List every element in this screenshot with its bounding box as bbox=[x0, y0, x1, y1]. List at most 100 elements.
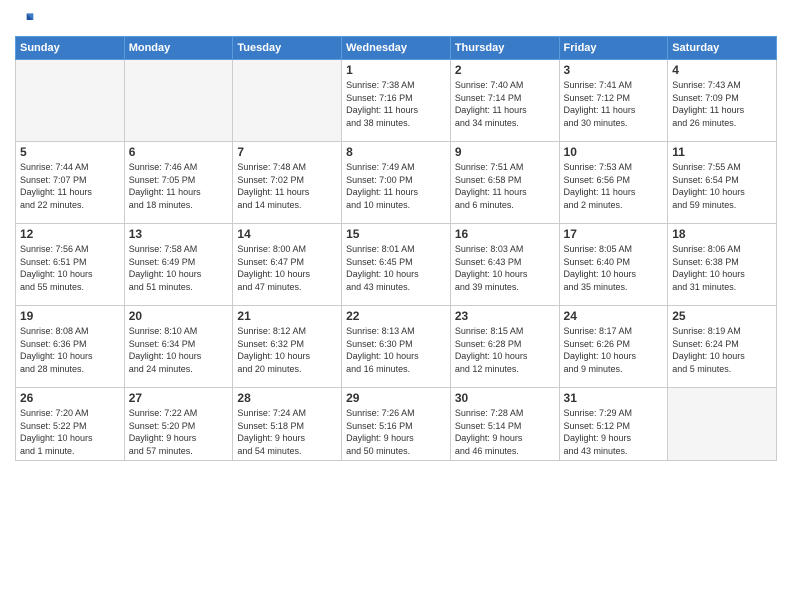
day-info: Sunrise: 7:20 AM Sunset: 5:22 PM Dayligh… bbox=[20, 407, 120, 457]
calendar-cell: 16 Sunrise: 8:03 AM Sunset: 6:43 PM Dayli… bbox=[450, 224, 559, 306]
day-info: Sunrise: 8:17 AM Sunset: 6:26 PM Dayligh… bbox=[564, 325, 664, 375]
calendar-cell: 9 Sunrise: 7:51 AM Sunset: 6:58 PM Daylig… bbox=[450, 142, 559, 224]
day-info: Sunrise: 7:38 AM Sunset: 7:16 PM Dayligh… bbox=[346, 79, 446, 129]
logo bbox=[15, 10, 37, 30]
day-number: 5 bbox=[20, 145, 120, 159]
day-info: Sunrise: 7:58 AM Sunset: 6:49 PM Dayligh… bbox=[129, 243, 229, 293]
day-info: Sunrise: 7:22 AM Sunset: 5:20 PM Dayligh… bbox=[129, 407, 229, 457]
day-number: 16 bbox=[455, 227, 555, 241]
day-info: Sunrise: 7:51 AM Sunset: 6:58 PM Dayligh… bbox=[455, 161, 555, 211]
calendar-cell: 31 Sunrise: 7:29 AM Sunset: 5:12 PM Dayli… bbox=[559, 388, 668, 461]
day-number: 20 bbox=[129, 309, 229, 323]
day-info: Sunrise: 8:05 AM Sunset: 6:40 PM Dayligh… bbox=[564, 243, 664, 293]
calendar-cell: 28 Sunrise: 7:24 AM Sunset: 5:18 PM Dayli… bbox=[233, 388, 342, 461]
day-number: 18 bbox=[672, 227, 772, 241]
day-number: 1 bbox=[346, 63, 446, 77]
day-info: Sunrise: 7:41 AM Sunset: 7:12 PM Dayligh… bbox=[564, 79, 664, 129]
day-info: Sunrise: 8:03 AM Sunset: 6:43 PM Dayligh… bbox=[455, 243, 555, 293]
calendar-cell: 26 Sunrise: 7:20 AM Sunset: 5:22 PM Dayli… bbox=[16, 388, 125, 461]
calendar-cell: 15 Sunrise: 8:01 AM Sunset: 6:45 PM Dayli… bbox=[342, 224, 451, 306]
calendar-cell: 14 Sunrise: 8:00 AM Sunset: 6:47 PM Dayli… bbox=[233, 224, 342, 306]
calendar-cell: 22 Sunrise: 8:13 AM Sunset: 6:30 PM Dayli… bbox=[342, 306, 451, 388]
day-info: Sunrise: 7:40 AM Sunset: 7:14 PM Dayligh… bbox=[455, 79, 555, 129]
day-number: 15 bbox=[346, 227, 446, 241]
calendar-cell: 13 Sunrise: 7:58 AM Sunset: 6:49 PM Dayli… bbox=[124, 224, 233, 306]
day-info: Sunrise: 7:24 AM Sunset: 5:18 PM Dayligh… bbox=[237, 407, 337, 457]
day-number: 31 bbox=[564, 391, 664, 405]
day-number: 28 bbox=[237, 391, 337, 405]
day-info: Sunrise: 8:00 AM Sunset: 6:47 PM Dayligh… bbox=[237, 243, 337, 293]
day-info: Sunrise: 8:13 AM Sunset: 6:30 PM Dayligh… bbox=[346, 325, 446, 375]
calendar-cell: 12 Sunrise: 7:56 AM Sunset: 6:51 PM Dayli… bbox=[16, 224, 125, 306]
day-number: 30 bbox=[455, 391, 555, 405]
calendar-cell bbox=[233, 60, 342, 142]
day-info: Sunrise: 7:44 AM Sunset: 7:07 PM Dayligh… bbox=[20, 161, 120, 211]
calendar-cell: 29 Sunrise: 7:26 AM Sunset: 5:16 PM Dayli… bbox=[342, 388, 451, 461]
day-number: 6 bbox=[129, 145, 229, 159]
col-header-sunday: Sunday bbox=[16, 37, 125, 60]
calendar-cell bbox=[124, 60, 233, 142]
day-number: 9 bbox=[455, 145, 555, 159]
calendar-cell: 7 Sunrise: 7:48 AM Sunset: 7:02 PM Daylig… bbox=[233, 142, 342, 224]
calendar-week-5: 26 Sunrise: 7:20 AM Sunset: 5:22 PM Dayli… bbox=[16, 388, 777, 461]
day-number: 13 bbox=[129, 227, 229, 241]
logo-icon bbox=[15, 10, 35, 30]
day-number: 29 bbox=[346, 391, 446, 405]
day-number: 14 bbox=[237, 227, 337, 241]
day-number: 22 bbox=[346, 309, 446, 323]
calendar-cell: 20Sunrise: 8:10 AM Sunset: 6:34 PM Dayli… bbox=[124, 306, 233, 388]
col-header-saturday: Saturday bbox=[668, 37, 777, 60]
calendar-cell: 4Sunrise: 7:43 AM Sunset: 7:09 PM Daylig… bbox=[668, 60, 777, 142]
col-header-friday: Friday bbox=[559, 37, 668, 60]
day-info: Sunrise: 7:48 AM Sunset: 7:02 PM Dayligh… bbox=[237, 161, 337, 211]
day-number: 12 bbox=[20, 227, 120, 241]
day-number: 10 bbox=[564, 145, 664, 159]
calendar-cell: 24 Sunrise: 8:17 AM Sunset: 6:26 PM Dayli… bbox=[559, 306, 668, 388]
calendar-cell: 23Sunrise: 8:15 AM Sunset: 6:28 PM Dayli… bbox=[450, 306, 559, 388]
col-header-tuesday: Tuesday bbox=[233, 37, 342, 60]
day-info: Sunrise: 8:19 AM Sunset: 6:24 PM Dayligh… bbox=[672, 325, 772, 375]
day-info: Sunrise: 8:06 AM Sunset: 6:38 PM Dayligh… bbox=[672, 243, 772, 293]
col-header-wednesday: Wednesday bbox=[342, 37, 451, 60]
day-info: Sunrise: 7:46 AM Sunset: 7:05 PM Dayligh… bbox=[129, 161, 229, 211]
calendar-cell: 1 Sunrise: 7:38 AM Sunset: 7:16 PM Daylig… bbox=[342, 60, 451, 142]
day-number: 27 bbox=[129, 391, 229, 405]
calendar-cell: 10 Sunrise: 7:53 AM Sunset: 6:56 PM Dayli… bbox=[559, 142, 668, 224]
day-number: 3 bbox=[564, 63, 664, 77]
day-number: 25 bbox=[672, 309, 772, 323]
calendar-cell: 5 Sunrise: 7:44 AM Sunset: 7:07 PM Daylig… bbox=[16, 142, 125, 224]
calendar-table: SundayMondayTuesdayWednesdayThursdayFrid… bbox=[15, 36, 777, 461]
col-header-thursday: Thursday bbox=[450, 37, 559, 60]
calendar-header-row: SundayMondayTuesdayWednesdayThursdayFrid… bbox=[16, 37, 777, 60]
calendar-week-2: 5 Sunrise: 7:44 AM Sunset: 7:07 PM Daylig… bbox=[16, 142, 777, 224]
calendar-cell: 8Sunrise: 7:49 AM Sunset: 7:00 PM Daylig… bbox=[342, 142, 451, 224]
day-info: Sunrise: 7:56 AM Sunset: 6:51 PM Dayligh… bbox=[20, 243, 120, 293]
day-number: 2 bbox=[455, 63, 555, 77]
calendar-week-3: 12 Sunrise: 7:56 AM Sunset: 6:51 PM Dayli… bbox=[16, 224, 777, 306]
day-number: 19 bbox=[20, 309, 120, 323]
day-number: 7 bbox=[237, 145, 337, 159]
day-number: 17 bbox=[564, 227, 664, 241]
calendar-cell: 25 Sunrise: 8:19 AM Sunset: 6:24 PM Dayli… bbox=[668, 306, 777, 388]
calendar-cell: 11Sunrise: 7:55 AM Sunset: 6:54 PM Dayli… bbox=[668, 142, 777, 224]
day-info: Sunrise: 7:28 AM Sunset: 5:14 PM Dayligh… bbox=[455, 407, 555, 457]
calendar-cell: 6 Sunrise: 7:46 AM Sunset: 7:05 PM Daylig… bbox=[124, 142, 233, 224]
header bbox=[15, 10, 777, 30]
day-info: Sunrise: 7:53 AM Sunset: 6:56 PM Dayligh… bbox=[564, 161, 664, 211]
day-info: Sunrise: 8:01 AM Sunset: 6:45 PM Dayligh… bbox=[346, 243, 446, 293]
calendar-cell: 3 Sunrise: 7:41 AM Sunset: 7:12 PM Daylig… bbox=[559, 60, 668, 142]
calendar-cell: 21Sunrise: 8:12 AM Sunset: 6:32 PM Dayli… bbox=[233, 306, 342, 388]
calendar-week-4: 19 Sunrise: 8:08 AM Sunset: 6:36 PM Dayli… bbox=[16, 306, 777, 388]
day-info: Sunrise: 7:29 AM Sunset: 5:12 PM Dayligh… bbox=[564, 407, 664, 457]
day-info: Sunrise: 8:08 AM Sunset: 6:36 PM Dayligh… bbox=[20, 325, 120, 375]
day-info: Sunrise: 8:12 AM Sunset: 6:32 PM Dayligh… bbox=[237, 325, 337, 375]
calendar-cell: 19 Sunrise: 8:08 AM Sunset: 6:36 PM Dayli… bbox=[16, 306, 125, 388]
day-number: 26 bbox=[20, 391, 120, 405]
day-number: 24 bbox=[564, 309, 664, 323]
day-number: 8 bbox=[346, 145, 446, 159]
calendar-cell: 27 Sunrise: 7:22 AM Sunset: 5:20 PM Dayli… bbox=[124, 388, 233, 461]
calendar-cell: 2 Sunrise: 7:40 AM Sunset: 7:14 PM Daylig… bbox=[450, 60, 559, 142]
calendar-cell bbox=[668, 388, 777, 461]
day-number: 23 bbox=[455, 309, 555, 323]
day-info: Sunrise: 7:26 AM Sunset: 5:16 PM Dayligh… bbox=[346, 407, 446, 457]
